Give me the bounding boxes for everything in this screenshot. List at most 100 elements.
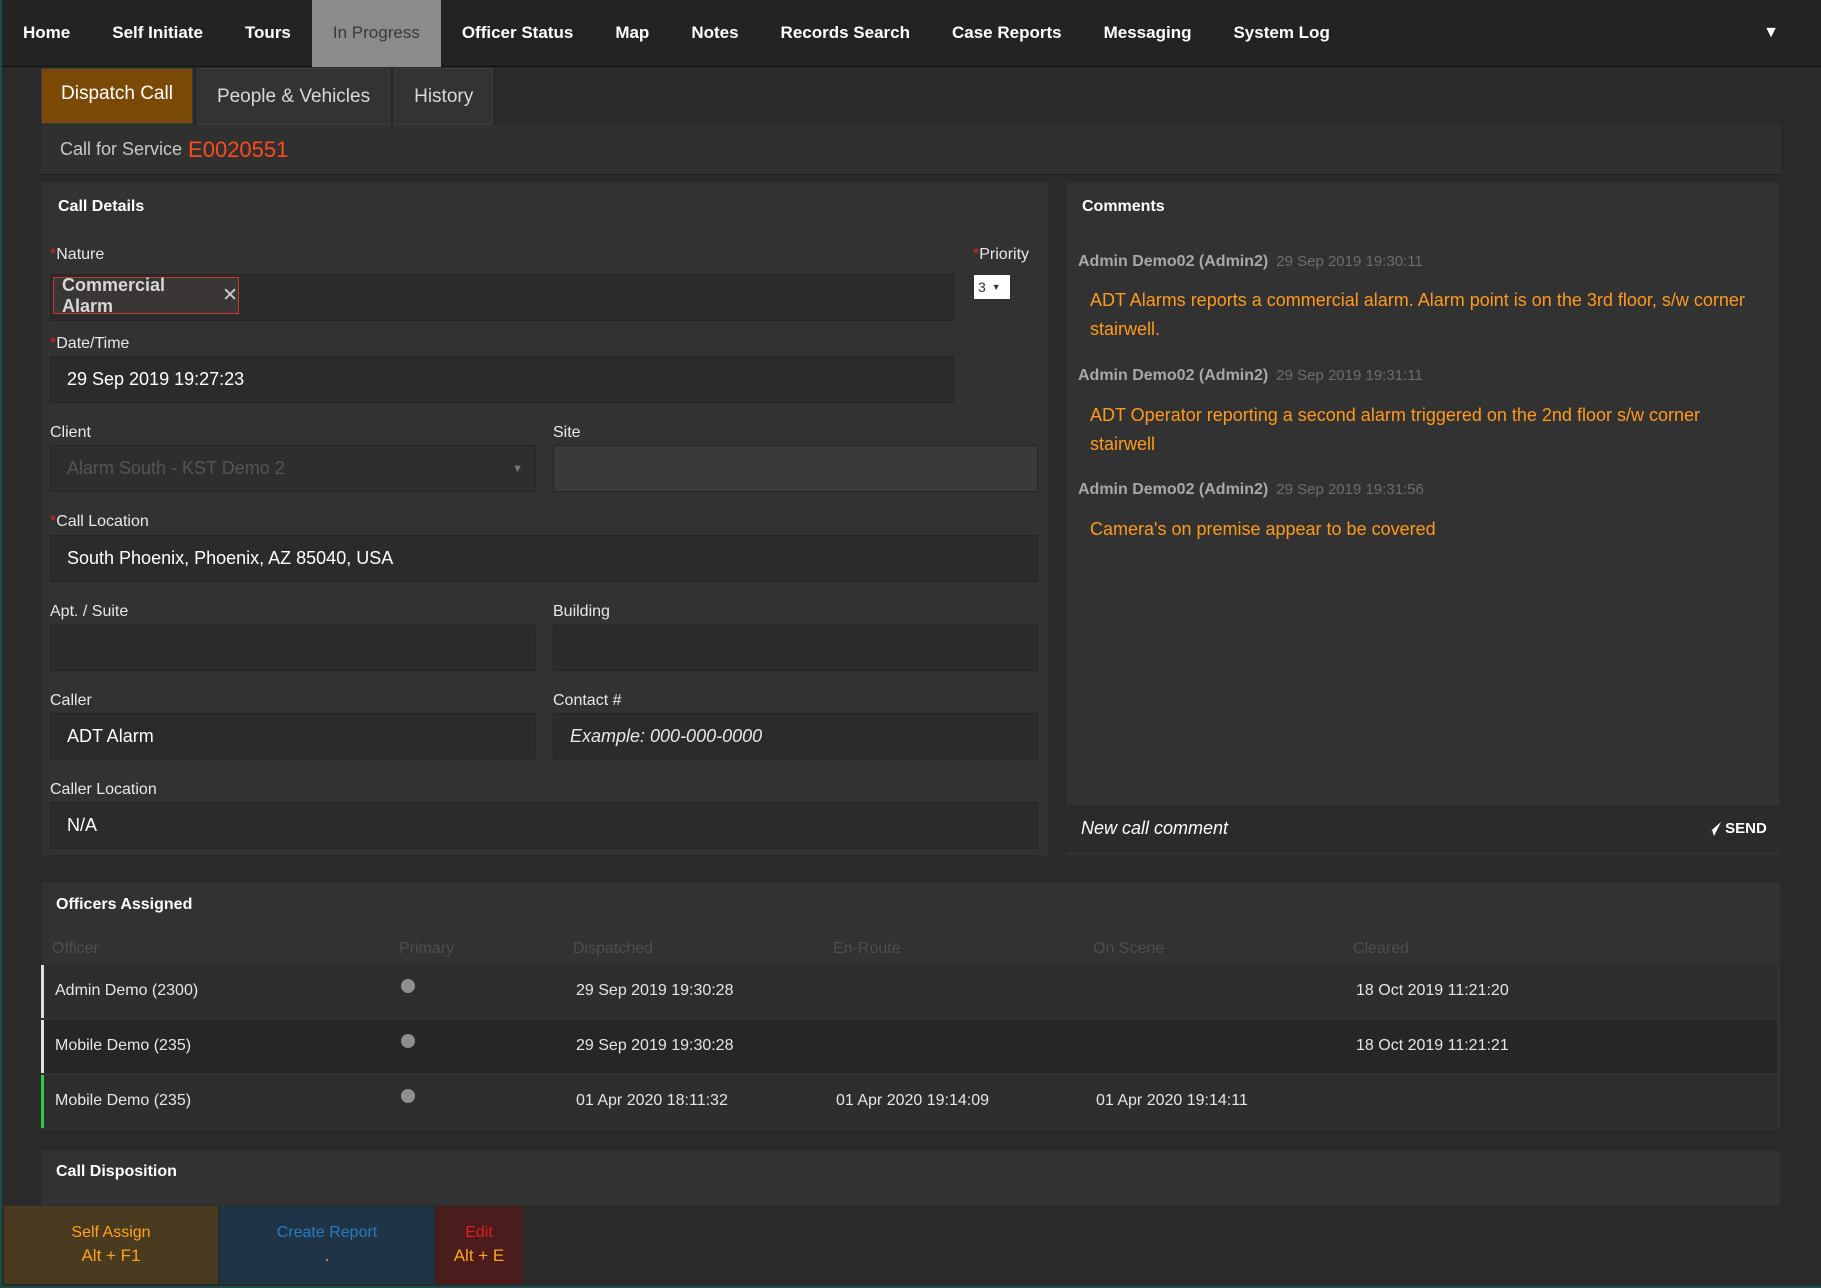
nav-system-log[interactable]: System Log <box>1212 0 1350 67</box>
priority-value: 3 <box>978 279 986 295</box>
send-button[interactable]: SEND <box>1692 805 1780 852</box>
priority-label: *Priority <box>973 246 1030 263</box>
create-report-button[interactable]: Create Report . <box>220 1206 434 1284</box>
comment-author: Admin Demo02 (Admin2) <box>1078 367 1269 384</box>
tab-people-vehicles[interactable]: People & Vehicles <box>196 68 391 125</box>
comment-time: 29 Sep 2019 19:31:11 <box>1276 367 1423 384</box>
nav-notes[interactable]: Notes <box>670 0 759 67</box>
self-assign-label: Self Assign <box>71 1224 151 1241</box>
comment-text: ADT Operator reporting a second alarm tr… <box>1090 405 1700 454</box>
apt-suite-label: Apt. / Suite <box>50 603 129 620</box>
column-header-officer[interactable]: Officer <box>52 940 99 958</box>
status-indicator <box>41 1020 44 1073</box>
chevron-down-icon: ▼ <box>512 463 523 475</box>
call-tabs: Dispatch Call People & Vehicles History <box>41 68 497 125</box>
contact-label: Contact # <box>553 692 622 709</box>
cleared-time: 18 Oct 2019 11:21:21 <box>1356 1037 1509 1054</box>
column-header-en-route[interactable]: En-Route <box>833 940 901 958</box>
client-label: Client <box>50 424 91 441</box>
officers-title: Officers Assigned <box>56 896 193 913</box>
primary-radio[interactable] <box>401 1034 415 1048</box>
comment-header: Admin Demo02 (Admin2) 29 Sep 2019 19:31:1… <box>1078 367 1423 385</box>
nav-tours[interactable]: Tours <box>224 0 312 67</box>
nav-messaging[interactable]: Messaging <box>1083 0 1213 67</box>
building-field[interactable] <box>553 624 1038 671</box>
comment-text: ADT Alarms reports a commercial alarm. A… <box>1090 290 1745 339</box>
nav-in-progress[interactable]: In Progress <box>311 0 441 67</box>
comment-header: Admin Demo02 (Admin2) 29 Sep 2019 19:30:1… <box>1078 253 1423 271</box>
comment-header: Admin Demo02 (Admin2) 29 Sep 2019 19:31:5… <box>1078 481 1424 499</box>
client-select[interactable]: Alarm South - KST Demo 2 ▼ <box>50 445 536 492</box>
caller-field[interactable]: ADT Alarm <box>50 713 536 760</box>
call-details-title: Call Details <box>58 198 145 215</box>
nav-case-reports[interactable]: Case Reports <box>931 0 1083 67</box>
comment-text: Camera's on premise appear to be covered <box>1090 519 1436 539</box>
tab-history[interactable]: History <box>394 68 494 125</box>
nav-map[interactable]: Map <box>594 0 670 67</box>
nav-records-search[interactable]: Records Search <box>760 0 931 67</box>
call-disposition-title: Call Disposition <box>56 1163 177 1180</box>
tab-dispatch-call[interactable]: Dispatch Call <box>41 68 193 124</box>
caller-location-field[interactable]: N/A <box>50 802 1038 849</box>
status-indicator <box>41 965 44 1018</box>
column-header-primary[interactable]: Primary <box>399 940 454 958</box>
nav-dropdown-icon[interactable]: ▼ <box>1763 24 1779 42</box>
datetime-label: *Date/Time <box>50 335 130 352</box>
edit-shortcut: Alt + E <box>453 1246 505 1265</box>
call-location-label: *Call Location <box>50 513 149 530</box>
top-nav: Home Self Initiate Tours In Progress Off… <box>2 0 1821 67</box>
comment-author: Admin Demo02 (Admin2) <box>1078 253 1269 270</box>
site-label: Site <box>553 424 581 441</box>
datetime-field[interactable]: 29 Sep 2019 19:27:23 <box>50 356 954 403</box>
call-disposition-panel <box>41 1150 1781 1206</box>
create-report-label: Create Report <box>276 1224 378 1241</box>
edit-button[interactable]: Edit Alt + E <box>436 1206 522 1284</box>
status-indicator <box>41 1075 44 1128</box>
new-comment-input[interactable]: New call comment <box>1066 805 1692 852</box>
contact-field[interactable]: Example: 000-000-0000 <box>553 713 1038 760</box>
officer-name: Mobile Demo (235) <box>55 1092 192 1109</box>
create-report-shortcut: . <box>324 1246 330 1265</box>
building-label: Building <box>553 603 610 620</box>
priority-select[interactable]: 3 ▼ <box>974 275 1010 299</box>
column-header-dispatched[interactable]: Dispatched <box>573 940 653 958</box>
self-assign-button[interactable]: Self Assign Alt + F1 <box>4 1206 218 1284</box>
call-location-field[interactable]: South Phoenix, Phoenix, AZ 85040, USA <box>50 535 1038 582</box>
remove-tag-icon[interactable]: ✕ <box>222 284 238 307</box>
caller-location-label: Caller Location <box>50 781 157 798</box>
column-header-cleared[interactable]: Cleared <box>1353 940 1409 958</box>
dispatched-time: 01 Apr 2020 18:11:32 <box>576 1092 728 1109</box>
comments-title: Comments <box>1082 198 1165 215</box>
cleared-time: 18 Oct 2019 11:21:20 <box>1356 982 1509 999</box>
dispatched-time: 29 Sep 2019 19:30:28 <box>576 1037 734 1054</box>
enroute-time: 01 Apr 2020 19:14:09 <box>836 1092 990 1109</box>
call-for-service-header: Call for Service E0020551 <box>41 125 1781 175</box>
table-row[interactable]: Admin Demo (2300) 29 Sep 2019 19:30:28 1… <box>41 965 1777 1018</box>
column-header-on-scene[interactable]: On Scene <box>1093 940 1164 958</box>
nav-officer-status[interactable]: Officer Status <box>441 0 594 67</box>
apt-suite-field[interactable] <box>50 624 536 671</box>
self-assign-shortcut: Alt + F1 <box>81 1246 141 1265</box>
table-row[interactable]: Mobile Demo (235) 01 Apr 2020 18:11:32 0… <box>41 1075 1777 1128</box>
primary-radio[interactable] <box>401 1089 415 1103</box>
nav-home[interactable]: Home <box>2 0 91 67</box>
nav-self-initiate[interactable]: Self Initiate <box>91 0 224 67</box>
edit-label: Edit <box>465 1224 493 1241</box>
nature-label: *Nature <box>50 246 105 263</box>
primary-radio[interactable] <box>401 979 415 993</box>
chevron-down-icon: ▼ <box>991 282 1001 292</box>
call-number: E0020551 <box>188 136 289 162</box>
officer-name: Admin Demo (2300) <box>55 982 199 999</box>
call-for-service-label: Call for Service <box>60 139 183 159</box>
nature-tag: Commercial Alarm ✕ <box>53 274 239 316</box>
table-row[interactable]: Mobile Demo (235) 29 Sep 2019 19:30:28 1… <box>41 1020 1777 1073</box>
send-label: SEND <box>1725 820 1767 837</box>
site-field[interactable] <box>553 445 1038 492</box>
nature-tag-label: Commercial Alarm <box>62 274 166 316</box>
onscene-time: 01 Apr 2020 19:14:11 <box>1096 1092 1248 1109</box>
send-icon <box>1705 821 1722 836</box>
dispatched-time: 29 Sep 2019 19:30:28 <box>576 982 734 999</box>
caller-label: Caller <box>50 692 92 709</box>
officer-name: Mobile Demo (235) <box>55 1037 192 1054</box>
comment-time: 29 Sep 2019 19:31:56 <box>1276 481 1424 498</box>
